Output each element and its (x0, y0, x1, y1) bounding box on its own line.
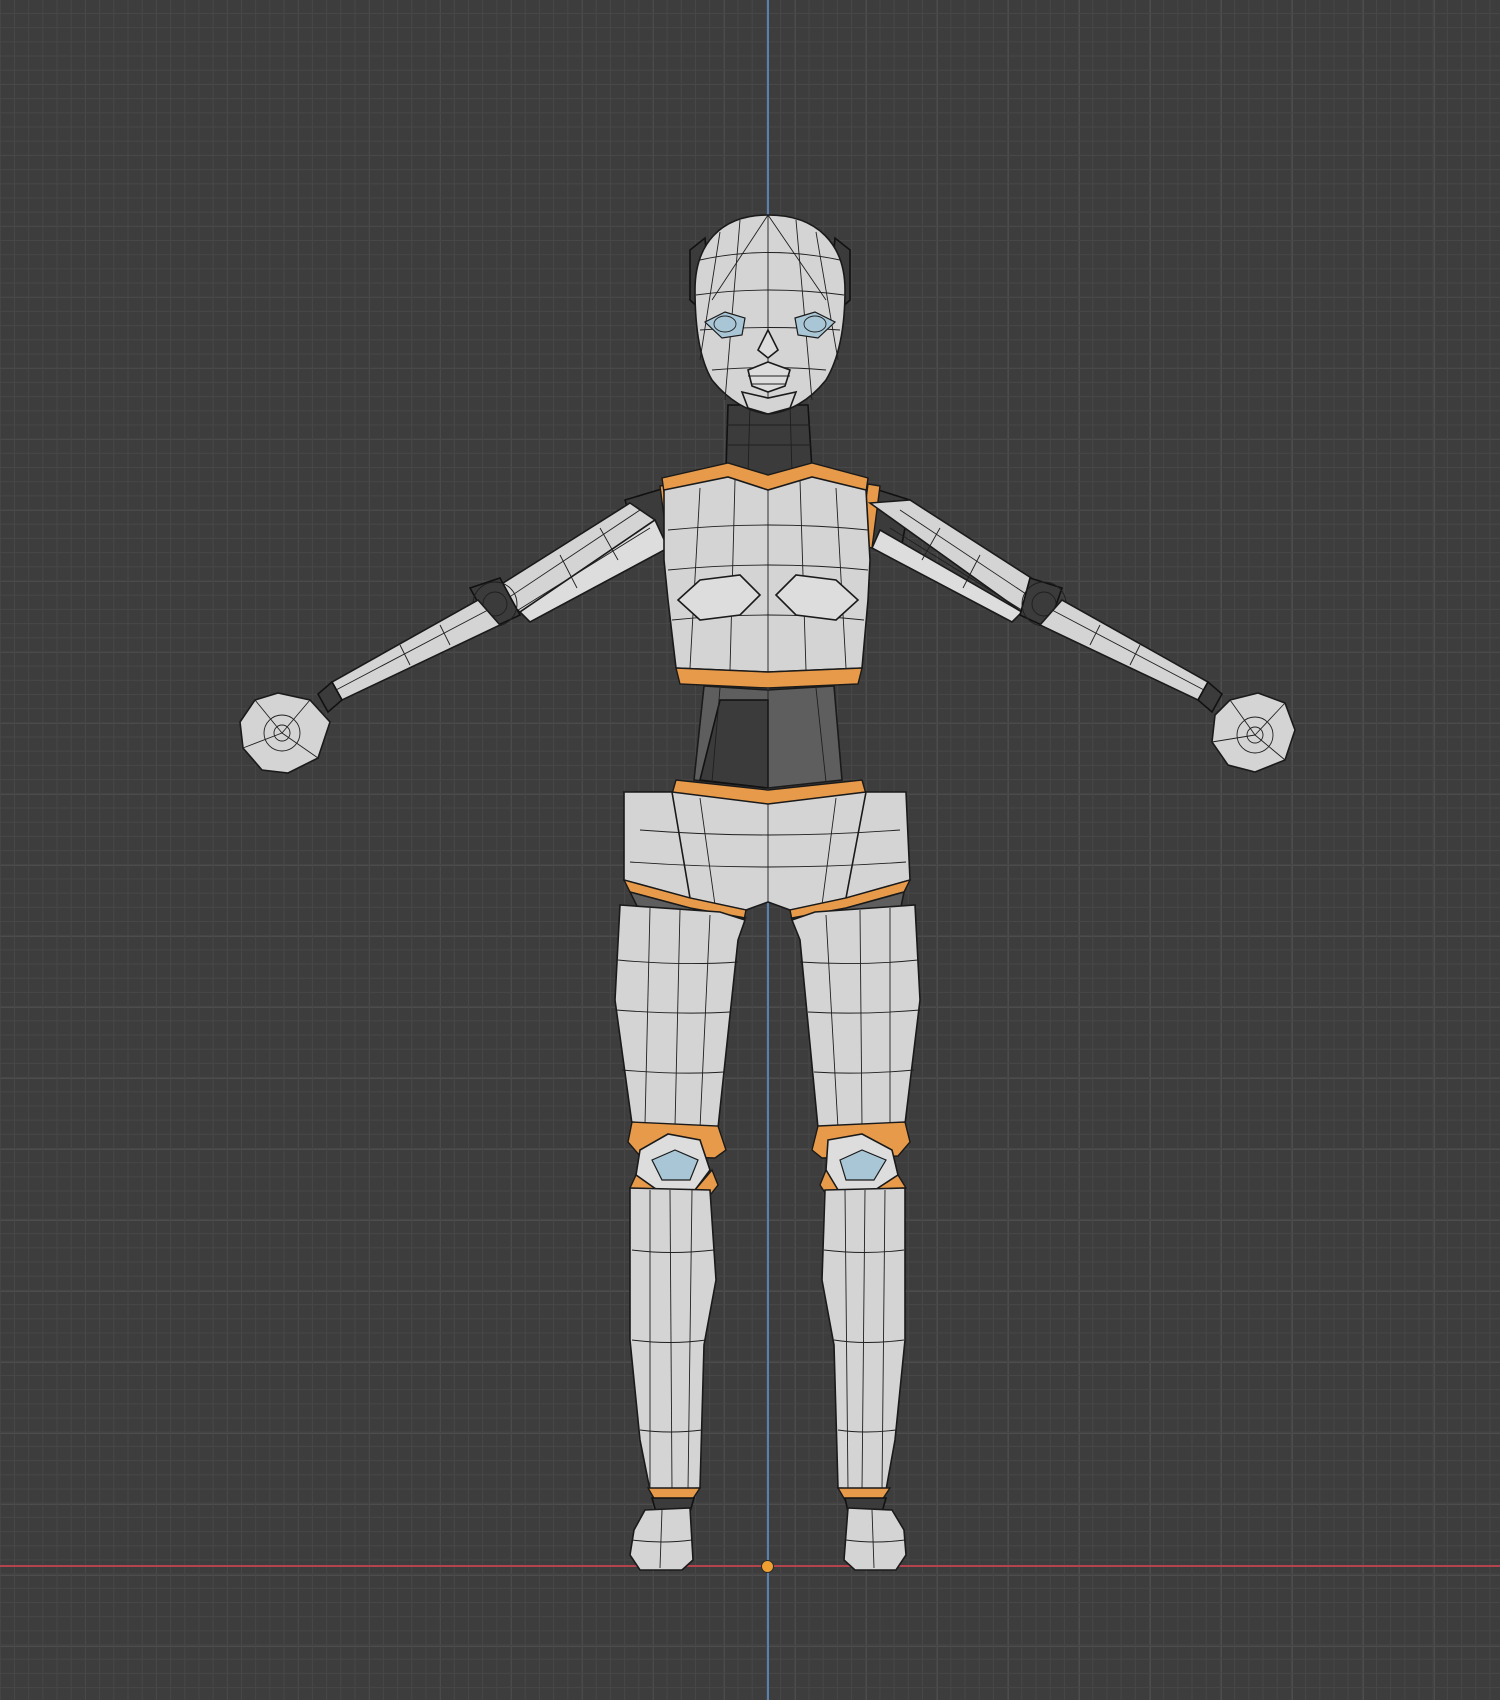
waist[interactable] (693, 685, 843, 789)
head[interactable] (689, 214, 851, 415)
origin-point[interactable] (761, 1560, 774, 1573)
chest[interactable] (661, 462, 871, 689)
left-leg[interactable] (614, 904, 747, 1571)
right-arm[interactable] (859, 483, 1296, 773)
left-arm[interactable] (239, 483, 681, 774)
3d-viewport[interactable] (0, 0, 1500, 1700)
character-mesh[interactable] (0, 0, 1500, 1700)
right-leg[interactable] (790, 904, 921, 1571)
